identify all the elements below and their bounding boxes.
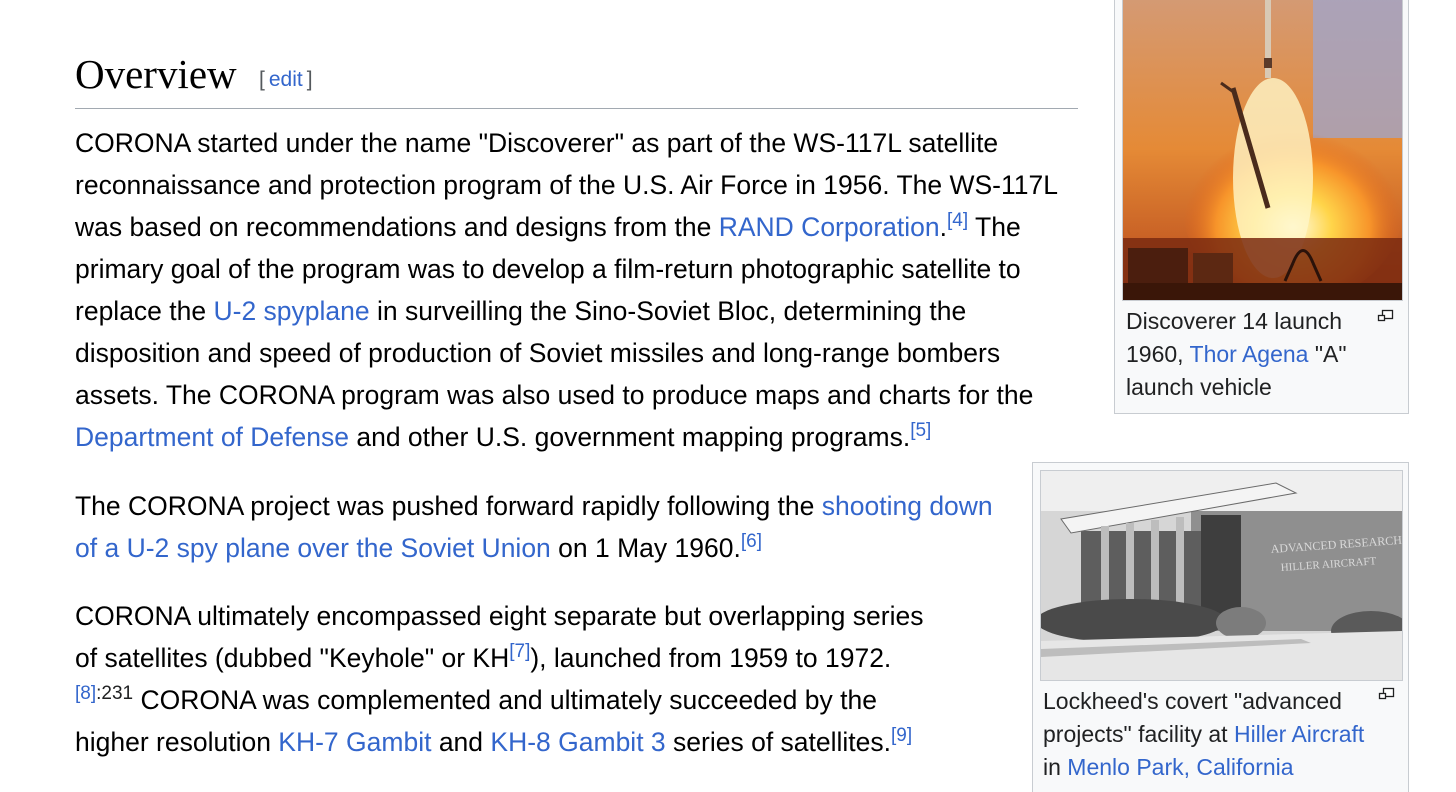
citation-4[interactable]: [4] [947,210,968,231]
edit-bracket-close: ] [306,68,313,91]
text-run: and other U.S. government mapping progra… [348,422,911,452]
text-run: and [431,727,491,757]
figure-caption: Discoverer 14 launch 1960, Thor Agena "A… [1126,305,1366,404]
citation-5[interactable]: [5] [910,420,931,441]
link-thor-agena[interactable]: Thor Agena [1190,341,1309,367]
edit-link[interactable]: edit [269,68,303,91]
text-run: on 1 May 1960. [550,533,741,563]
citation-6[interactable]: [6] [741,531,762,552]
section-heading: Overview [edit] [75,44,1078,109]
paragraph-origins: CORONA started under the name "Discovere… [75,122,1065,458]
link-rand-corporation[interactable]: RAND Corporation [719,212,940,242]
text-run: . [939,212,948,242]
magnify-icon[interactable] [1378,687,1395,700]
figure-discoverer-14: Discoverer 14 launch 1960, Thor Agena "A… [1114,0,1409,414]
citation-9[interactable]: [9] [891,725,912,746]
link-u2-spyplane[interactable]: U-2 spyplane [213,296,369,326]
link-kh7-gambit[interactable]: KH-7 Gambit [278,727,431,757]
link-department-of-defense[interactable]: Department of Defense [75,422,349,452]
section-title: Overview [75,51,237,97]
citation-8[interactable]: [8] [75,683,96,704]
figure-caption: Lockheed's covert "advanced projects" fa… [1043,685,1373,784]
paragraph-u2-incident: The CORONA project was pushed forward ra… [75,485,1015,569]
magnify-icon[interactable] [1377,309,1394,322]
caption-text: in [1043,754,1068,780]
citation-7[interactable]: [7] [509,641,530,662]
link-hiller-aircraft[interactable]: Hiller Aircraft [1234,721,1364,747]
launch-photo[interactable] [1122,0,1403,301]
figure-lockheed-facility: ADVANCED RESEARCH HILLER AIRCRAFT Lockhe… [1032,462,1409,792]
citation-8-page: :231 [96,683,134,704]
facility-photo[interactable]: ADVANCED RESEARCH HILLER AIRCRAFT [1040,470,1403,681]
text-run: series of satellites. [665,727,892,757]
link-kh8-gambit-3[interactable]: KH-8 Gambit 3 [490,727,665,757]
text-run: ), launched from 1959 to 1972. [530,643,892,673]
link-menlo-park[interactable]: Menlo Park, California [1067,754,1293,780]
paragraph-keyhole-series: CORONA ultimately encompassed eight sepa… [75,595,945,763]
edit-bracket-open: [ [259,68,265,91]
text-run: The CORONA project was pushed forward ra… [75,491,822,521]
edit-section: [edit] [259,68,313,92]
